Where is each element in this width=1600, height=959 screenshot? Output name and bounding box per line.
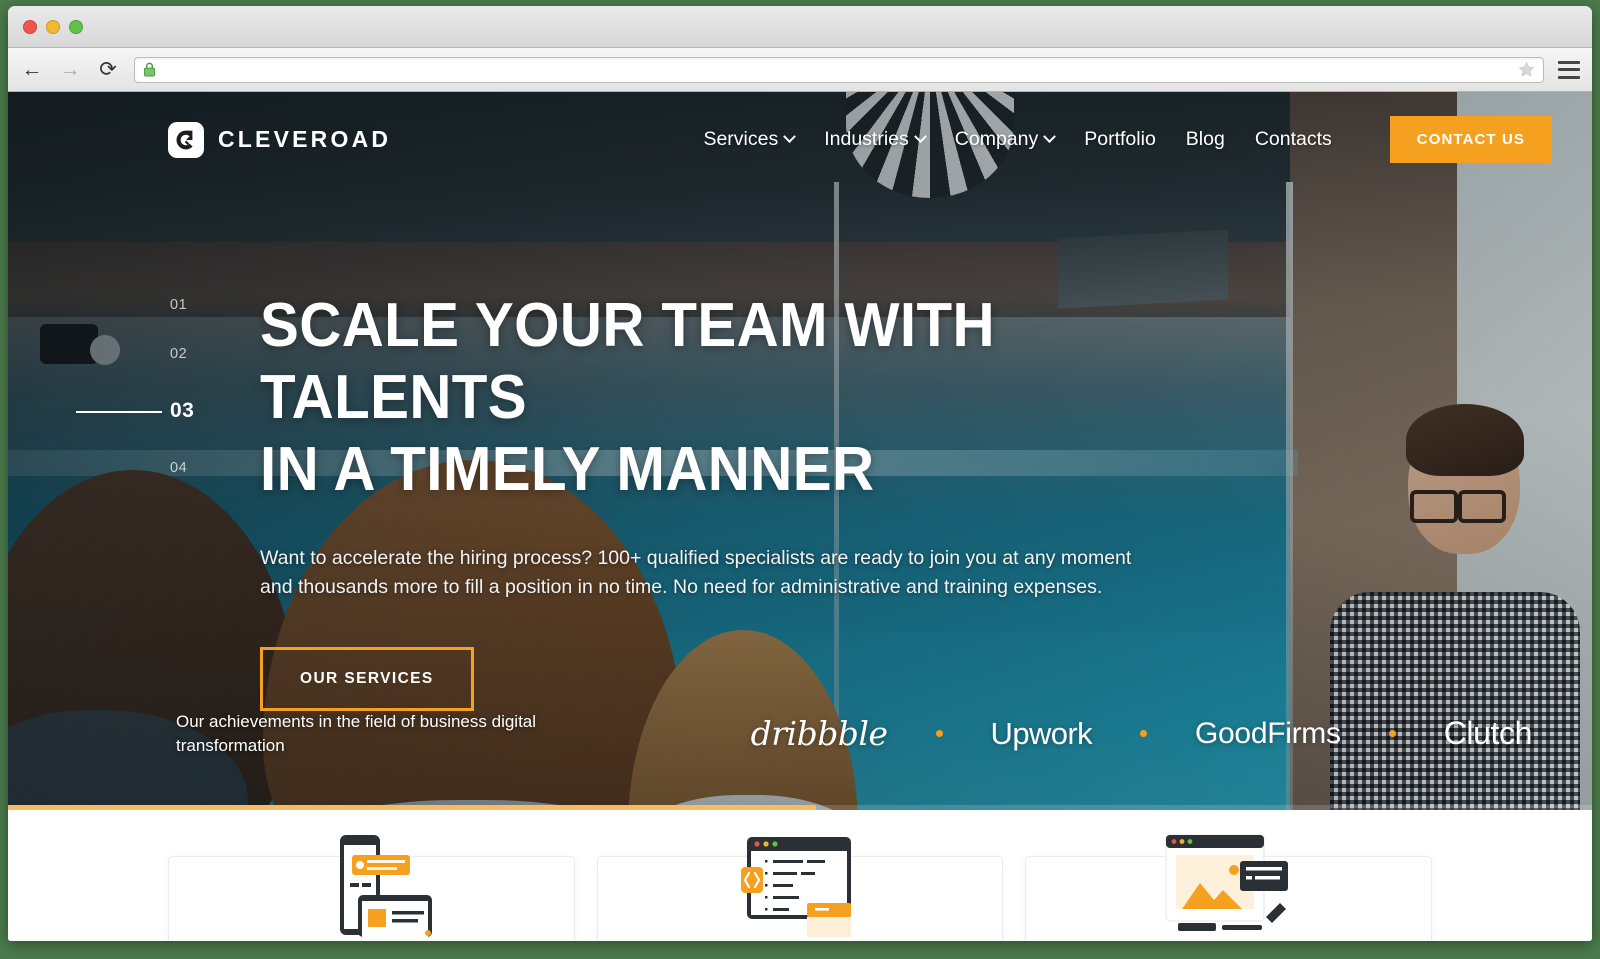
logo-separator-dot [1140,730,1148,738]
hero-subtitle: Want to accelerate the hiring process? 1… [260,546,1132,599]
service-card-mobile[interactable] [168,835,575,941]
slide-indicator-02[interactable]: 02 [170,346,187,362]
nav-links: Services Industries Company Portfolio Bl… [703,116,1552,163]
code-window-illustration [741,837,851,937]
partner-logo-upwork[interactable]: Upwork [991,716,1093,752]
url-input[interactable] [164,62,1510,77]
mobile-app-illustration [340,835,433,937]
achievements-label: Our achievements in the field of busines… [176,711,537,755]
reload-button[interactable]: ⟳ [96,58,120,82]
chevron-down-icon [913,130,927,144]
hero-progress-fill [8,805,816,810]
nav-item-portfolio[interactable]: Portfolio [1084,128,1156,151]
our-services-button[interactable]: OUR SERVICES [260,646,474,711]
chevron-down-icon [783,130,797,144]
logo-separator-dot [935,730,943,738]
partner-logo-goodfirms[interactable]: GoodFirms [1195,717,1341,751]
hero-text-block: SCALE YOUR TEAM WITH TALENTS IN A TIMELY… [260,290,1320,711]
hero-headline-line-1: SCALE YOUR TEAM WITH TALENTS [260,291,995,432]
nav-item-contacts[interactable]: Contacts [1255,128,1332,151]
site-navigation: CLEVEROAD Services Industries Company Po… [8,92,1592,163]
service-card-web[interactable] [596,837,1004,941]
contact-us-button[interactable]: CONTACT US [1389,116,1552,163]
back-button[interactable]: ← [20,58,44,82]
close-window-button[interactable] [23,19,37,34]
slide-indicator-03[interactable]: 03 [74,399,194,423]
slide-indicator-01[interactable]: 01 [170,297,187,313]
browser-toolbar: ← → ⟳ [8,48,1592,92]
chevron-down-icon [1043,130,1057,144]
slide-indicator-04[interactable]: 04 [170,460,187,476]
bookmark-star-icon[interactable] [1518,61,1535,78]
forward-button[interactable]: → [58,58,82,82]
partner-logo-dribbble[interactable]: dribbble [751,714,888,753]
hero-headline-line-2: IN A TIMELY MANNER [260,434,875,504]
hero-section: CLEVEROAD Services Industries Company Po… [8,92,1592,810]
design-editor-illustration [1165,834,1288,931]
partner-logos: dribbble Upwork GoodFirms Clutch [751,714,1533,753]
nav-item-blog[interactable]: Blog [1186,128,1225,151]
browser-window: ← → ⟳ CLEVEROAD Services Industries Comp… [8,6,1592,941]
logo-separator-dot [1388,730,1396,738]
hero-slide-indicators: 01 02 03 04 [74,297,230,476]
nav-item-services-label: Services [703,128,779,150]
cleveroad-monogram-icon [168,121,204,158]
url-bar[interactable] [134,56,1544,83]
hero-headline: SCALE YOUR TEAM WITH TALENTS IN A TIMELY… [260,290,1256,506]
hero-progress-bar [8,805,1592,810]
nav-item-company[interactable]: Company [954,128,1057,151]
nav-item-services[interactable]: Services [703,128,797,151]
page-viewport: CLEVEROAD Services Industries Company Po… [8,92,1592,941]
lock-icon [143,62,156,77]
browser-titlebar [8,6,1592,48]
hero-content: CLEVEROAD Services Industries Company Po… [8,92,1592,810]
maximize-window-button[interactable] [69,19,83,34]
nav-item-industries-label: Industries [824,128,909,150]
minimize-window-button[interactable] [46,19,60,34]
partner-logo-clutch[interactable]: Clutch [1444,715,1533,752]
brand-logo[interactable]: CLEVEROAD [168,121,392,158]
achievements-row: Our achievements in the field of busines… [176,710,1532,758]
service-card-design[interactable] [1025,834,1433,941]
brand-name: CLEVEROAD [218,126,392,152]
nav-item-industries[interactable]: Industries [824,128,927,151]
traffic-lights [23,19,83,34]
browser-menu-icon[interactable] [1558,60,1580,79]
services-cards-section [8,810,1592,941]
nav-item-company-label: Company [954,128,1039,150]
